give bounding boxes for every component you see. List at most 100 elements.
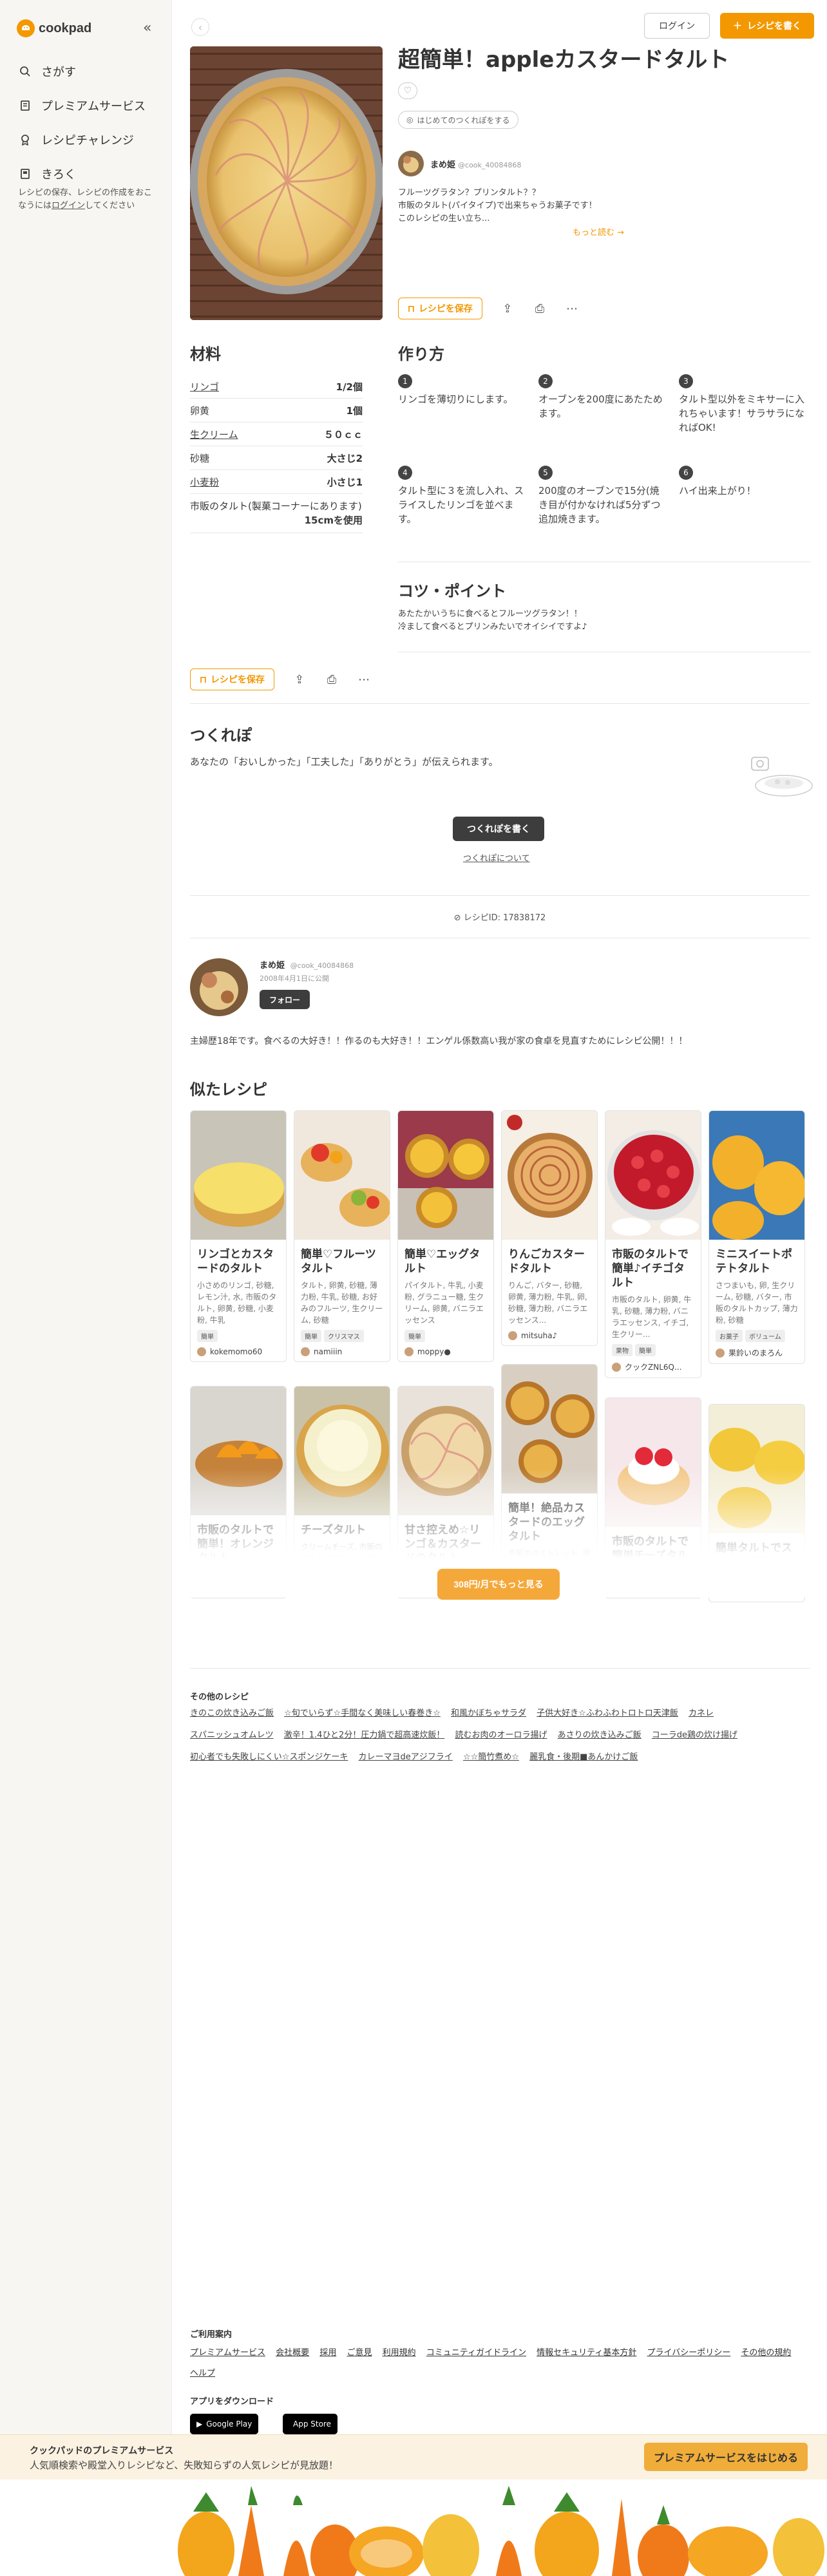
tips-line: あたたかいうちに食べるとフルーツグラタン！！ bbox=[398, 609, 582, 619]
similar-recipes-title: 似たレシピ bbox=[190, 1081, 267, 1099]
sidebar-item-label: きろく bbox=[41, 167, 76, 182]
login-link[interactable]: ログイン bbox=[52, 201, 85, 211]
other-recipe-link[interactable]: ☆☆簡竹煮め☆ bbox=[463, 1752, 519, 1762]
other-recipe-link[interactable]: きのこの炊き込みご飯 bbox=[190, 1709, 274, 1718]
tsukurepo-title: つくれぽ bbox=[190, 726, 252, 744]
challenge-icon bbox=[18, 133, 32, 147]
print-icon[interactable]: ⎙ bbox=[533, 301, 547, 316]
cookpad-logo[interactable]: cookpad bbox=[17, 19, 91, 37]
read-more-link[interactable]: もっと読む → bbox=[573, 225, 624, 238]
other-recipe-link[interactable]: 読むお肉のオーロラ揚げ bbox=[455, 1730, 547, 1740]
step-text: タルト型に３を流し入れ、スライスしたリンゴを並べます。 bbox=[398, 485, 524, 525]
card-title: リンゴとカスタードのタルト bbox=[197, 1248, 274, 1275]
similar-recipe-card[interactable]: りんごカスタードタルト りんご, バター, 砂糖, 卵黄, 薄力粉, 牛乳, 卵,… bbox=[501, 1110, 598, 1346]
footer-link[interactable]: プレミアムサービス bbox=[190, 2348, 265, 2358]
ingredient-name[interactable]: 小麦粉 bbox=[190, 475, 219, 489]
card-ingredients: さつまいも, 卵, 生クリーム, 砂糖, バター, 市販のタルトカップ, 薄力粉… bbox=[716, 1281, 798, 1325]
recipe-tag[interactable]: クリスマス bbox=[324, 1330, 364, 1342]
card-author-avatar bbox=[197, 1347, 206, 1356]
recipe-title: 超簡単！appleカスタードタルト bbox=[398, 47, 730, 73]
login-note: レシピの保存、レシピの作成をおこなうにはログインしてください bbox=[18, 187, 156, 213]
similar-recipe-card[interactable]: 簡単♡フルーツタルト タルト, 卵黄, 砂糖, 薄力粉, 牛乳, 砂糖, お好みの… bbox=[294, 1110, 390, 1362]
footer-link[interactable]: ご意見 bbox=[347, 2348, 372, 2358]
other-recipe-link[interactable]: コーラde鶏の炊け揚げ bbox=[652, 1730, 737, 1740]
recipe-tag[interactable]: お菓子 bbox=[716, 1330, 743, 1342]
other-recipe-link[interactable]: 初心者でも失敗しにくい☆スポンジケーキ bbox=[190, 1752, 348, 1762]
recipe-tag[interactable]: 簡単 bbox=[635, 1344, 656, 1356]
record-icon bbox=[18, 167, 32, 181]
ingredient-name[interactable]: 生クリーム bbox=[190, 428, 238, 441]
author-info[interactable]: まめ姫 @cook_40084868 bbox=[398, 151, 521, 176]
footer-link[interactable]: ヘルプ bbox=[190, 2369, 215, 2378]
card-author[interactable]: moppy● bbox=[404, 1347, 487, 1356]
recipe-tag[interactable]: 簡単 bbox=[197, 1330, 218, 1342]
save-recipe-button[interactable]: ⊓ レシピを保存 bbox=[190, 668, 274, 690]
app-store-label: App Store bbox=[293, 2420, 331, 2429]
ingredient-name[interactable]: リンゴ bbox=[190, 380, 219, 393]
footer-link[interactable]: プライバシーポリシー bbox=[647, 2348, 731, 2358]
footer-link[interactable]: 利用規約 bbox=[383, 2348, 416, 2358]
recipe-tag[interactable]: 簡単 bbox=[404, 1330, 425, 1342]
card-author[interactable]: kokemomo60 bbox=[197, 1347, 280, 1356]
more-options-icon[interactable]: ⋯ bbox=[565, 301, 579, 316]
ingredient-qty: ５０ｃｃ bbox=[323, 428, 363, 440]
author-avatar-large[interactable] bbox=[190, 958, 248, 1016]
footer-link[interactable]: その他の規約 bbox=[741, 2348, 791, 2358]
sidebar-item-premium[interactable]: プレミアムサービス bbox=[18, 88, 146, 122]
sidebar-item-record[interactable]: きろく bbox=[18, 156, 146, 191]
similar-recipe-card[interactable]: ミニスイートポテトタルト さつまいも, 卵, 生クリーム, 砂糖, バター, 市販… bbox=[708, 1110, 805, 1364]
other-recipe-link[interactable]: 激辛！1.4ひと2分！圧力鍋で超高速炊飯！ bbox=[284, 1730, 445, 1740]
card-author[interactable]: mitsuha♪ bbox=[508, 1331, 591, 1340]
similar-recipe-card[interactable]: 簡単♡エッグタルト パイタルト, 牛乳, 小麦粉, グラニュー糖, 生クリーム, … bbox=[397, 1110, 494, 1362]
save-recipe-button[interactable]: ⊓ レシピを保存 bbox=[398, 298, 482, 319]
login-button[interactable]: ログイン bbox=[644, 13, 710, 39]
heart-icon[interactable]: ♡ bbox=[398, 82, 417, 99]
other-recipe-link[interactable]: 子供大好き☆ふわふわトロトロ天津飯 bbox=[537, 1709, 678, 1718]
collapse-sidebar-icon[interactable]: « bbox=[143, 21, 151, 35]
ingredient-name: 市販のタルト(製菓コーナーにあります) bbox=[190, 500, 362, 512]
first-tsukurepo-tag[interactable]: ◎ はじめてのつくれぽをする bbox=[398, 111, 518, 129]
premium-banner: クックパッドのプレミアムサービス 人気順検索や殿堂入りレシピなど、失敗知らずの人… bbox=[0, 2434, 827, 2479]
card-author[interactable]: 果鈴いのまろん bbox=[716, 1347, 798, 1358]
follow-button[interactable]: フォロー bbox=[260, 990, 310, 1009]
sidebar-item-challenge[interactable]: レシピチャレンジ bbox=[18, 122, 146, 156]
more-options-icon[interactable]: ⋯ bbox=[357, 672, 371, 687]
share-icon[interactable]: ⇪ bbox=[292, 672, 307, 687]
other-recipe-link[interactable]: あさりの炊き込みご飯 bbox=[558, 1730, 642, 1740]
card-author-avatar bbox=[508, 1331, 517, 1340]
other-recipe-link[interactable]: ☆旬でいらず☆手間なく美味しい春巻き☆ bbox=[284, 1709, 441, 1718]
card-author[interactable]: namiiin bbox=[301, 1347, 383, 1356]
footer-link[interactable]: 採用 bbox=[319, 2348, 336, 2358]
share-icon[interactable]: ⇪ bbox=[500, 301, 515, 316]
other-recipe-link[interactable]: カレーマヨdeアジフライ bbox=[359, 1752, 453, 1762]
similar-recipe-card[interactable]: リンゴとカスタードのタルト 小さめのリンゴ, 砂糖, レモン汁, 水, 市販のタル… bbox=[190, 1110, 287, 1362]
recipe-tag[interactable]: 簡単 bbox=[301, 1330, 321, 1342]
write-recipe-button[interactable]: ＋ レシピを書く bbox=[720, 13, 814, 39]
card-author-avatar bbox=[716, 1348, 725, 1358]
card-author[interactable]: クックZNL6Q... bbox=[612, 1361, 694, 1372]
recipe-tag[interactable]: 果物 bbox=[612, 1344, 632, 1356]
print-icon[interactable]: ⎙ bbox=[325, 672, 339, 687]
recipe-tag[interactable]: ボリューム bbox=[745, 1330, 785, 1342]
other-recipe-link[interactable]: 麗乳食・後期■あんかけご飯 bbox=[529, 1752, 638, 1762]
tips-line: 冷まして食べるとプリンみたいでオイシイですよ♪ bbox=[398, 622, 587, 632]
other-recipe-link[interactable]: 和風かぼちゃサラダ bbox=[451, 1709, 526, 1718]
recipe-photo[interactable] bbox=[190, 46, 383, 320]
other-recipe-link[interactable]: カネレ bbox=[689, 1709, 714, 1718]
write-tsukurepo-button[interactable]: つくれぽを書く bbox=[453, 817, 544, 841]
sidebar-item-search[interactable]: さがす bbox=[18, 54, 146, 88]
footer-link[interactable]: コミュニティガイドライン bbox=[426, 2348, 526, 2358]
recipe-actions-bottom: ⊓ レシピを保存 ⇪ ⎙ ⋯ bbox=[190, 668, 371, 690]
start-premium-button[interactable]: プレミアムサービスをはじめる bbox=[644, 2443, 808, 2471]
footer-links: プレミアムサービス 会社概要 採用 ご意見 利用規約 コミュニティガイドライン … bbox=[190, 2343, 808, 2384]
premium-see-more-button[interactable]: 308円/月でもっと見る bbox=[437, 1569, 560, 1600]
footer-link[interactable]: 情報セキュリティ基本方針 bbox=[537, 2348, 636, 2358]
similar-recipe-card[interactable]: 市販のタルトで簡単♪イチゴタルト 市販のタルト, 卵黄, 牛乳, 砂糖, 薄力粉,… bbox=[605, 1110, 701, 1378]
google-play-badge[interactable]: ▶ Google Play bbox=[190, 2414, 259, 2434]
profile-name[interactable]: まめ姫 bbox=[260, 961, 285, 971]
other-recipe-link[interactable]: スパニッシュオムレツ bbox=[190, 1730, 274, 1740]
app-store-badge[interactable]: App Store bbox=[283, 2414, 337, 2434]
footer-link[interactable]: 会社概要 bbox=[276, 2348, 309, 2358]
about-tsukurepo-link[interactable]: つくれぽについて bbox=[463, 851, 530, 864]
back-button[interactable]: ‹ bbox=[191, 18, 209, 36]
